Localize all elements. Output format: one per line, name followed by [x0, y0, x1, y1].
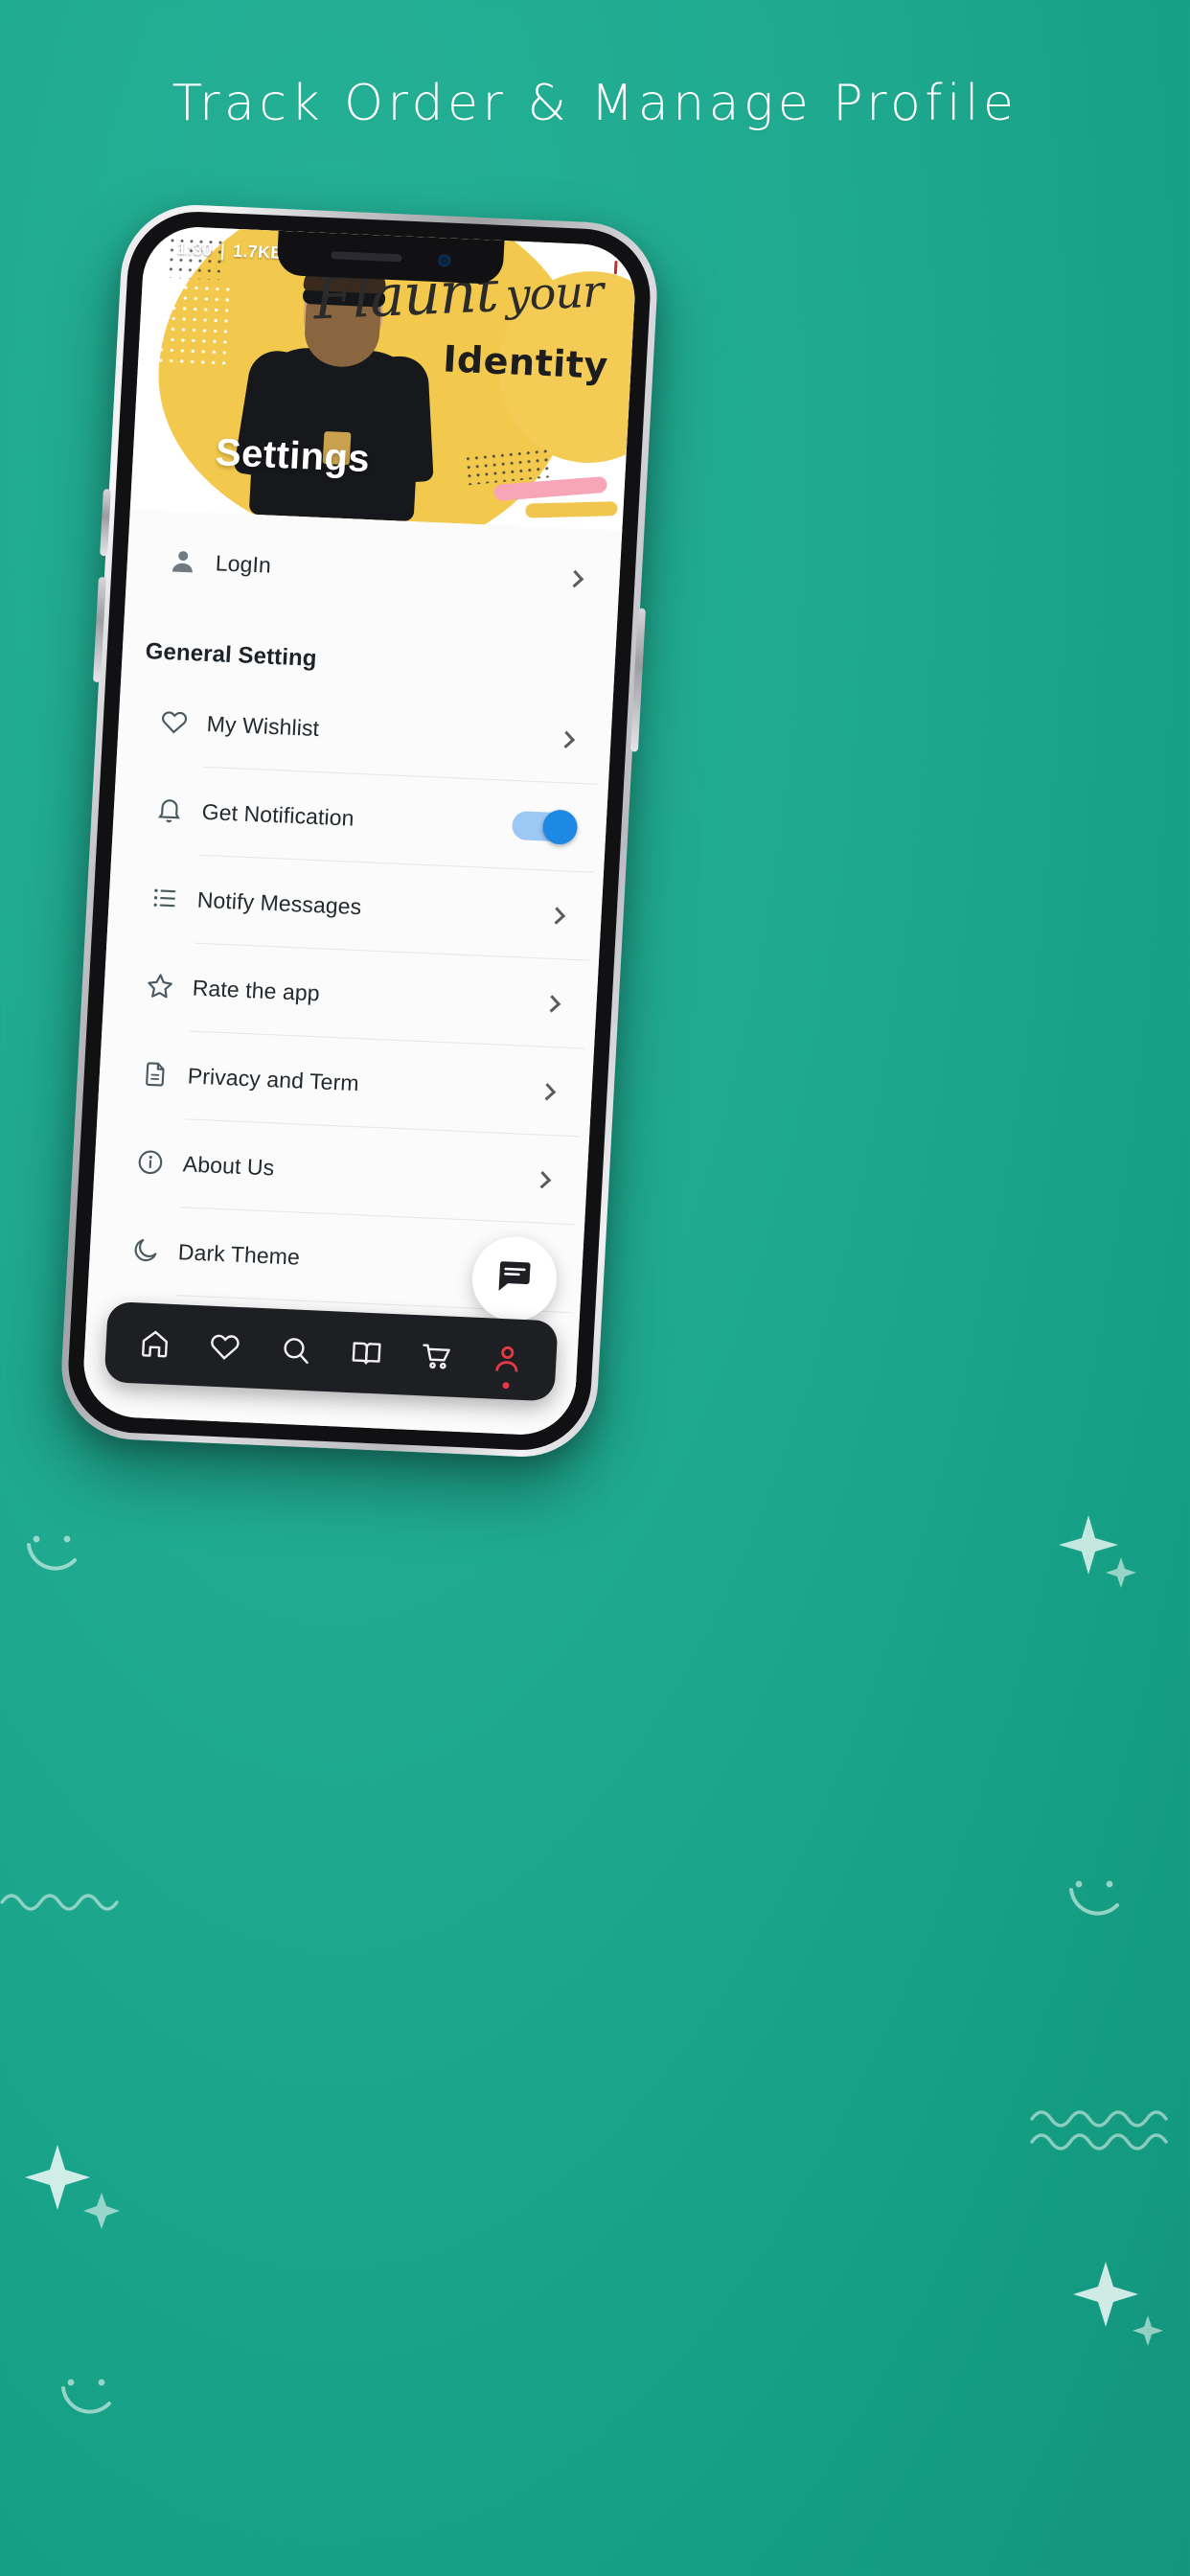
settings-row-dark-theme-label: Dark Theme [177, 1238, 301, 1270]
doodle-smile-left [27, 1535, 77, 1571]
doodle-wave-right [1030, 2110, 1168, 2150]
status-separator: | [219, 240, 226, 260]
hero-dot-pattern-light [154, 281, 233, 369]
phone-body: Flaunt your Identity Settings 1:30 | 1.7K… [64, 209, 654, 1453]
settings-row-notify-messages-label: Notify Messages [196, 886, 362, 919]
toggle-knob [541, 809, 579, 845]
nav-search-icon[interactable] [279, 1333, 313, 1367]
doodle-sparkle-right-lower [1073, 2262, 1163, 2346]
doodle-smile-bottom-left [61, 2379, 111, 2414]
doodle-wave-left [0, 1894, 119, 1911]
nav-cart-icon[interactable] [420, 1339, 454, 1372]
hero-brush-stroke-yellow [525, 501, 618, 518]
settings-row-my-wishlist-label: My Wishlist [206, 710, 320, 741]
moon-icon [118, 1234, 173, 1265]
doodle-smile-right [1069, 1880, 1119, 1916]
signal-indicator [613, 261, 618, 275]
front-camera [437, 253, 451, 267]
nav-home-icon[interactable] [138, 1326, 172, 1360]
phone-mockup: Flaunt your Identity Settings 1:30 | 1.7K… [57, 201, 661, 1460]
earpiece-speaker [330, 251, 402, 263]
doodle-sparkle-right-upper [1059, 1515, 1136, 1588]
status-time: 1:30 [176, 238, 214, 260]
person-icon [155, 546, 211, 577]
heart-icon [147, 706, 202, 737]
star-icon [132, 970, 188, 1002]
nav-profile-icon[interactable] [491, 1343, 525, 1390]
status-data-usage: 1.7KB [232, 241, 285, 263]
hero-dot-pattern-accent [463, 447, 551, 486]
settings-row-rate-the-app-label: Rate the app [192, 975, 321, 1005]
settings-sheet: LogIn General Setting My Wishlist Get No… [80, 509, 623, 1438]
settings-row-about-us-label: About Us [182, 1150, 276, 1180]
page-title: Track Order & Manage Profile [172, 75, 1018, 132]
chat-icon [493, 1255, 537, 1302]
notification-toggle[interactable] [511, 809, 579, 845]
nav-catalog-icon[interactable] [349, 1336, 383, 1369]
nav-active-indicator [502, 1382, 510, 1390]
settings-row-get-notification-label: Get Notification [201, 798, 355, 831]
phone-screen: Flaunt your Identity Settings 1:30 | 1.7K… [80, 224, 638, 1438]
settings-row-privacy-and-term-label: Privacy and Term [187, 1062, 360, 1095]
info-icon [123, 1147, 178, 1178]
status-indicators [613, 261, 618, 275]
list-icon [137, 883, 193, 913]
screen-title: Settings [214, 431, 372, 481]
bell-icon [142, 794, 197, 825]
hero-identity-text: Identity [442, 337, 609, 387]
document-icon [127, 1059, 183, 1090]
settings-row-login-label: LogIn [215, 549, 272, 578]
doodle-sparkle-left-lower [25, 2145, 120, 2229]
nav-wishlist-icon[interactable] [208, 1330, 242, 1364]
bottom-navigation-bar [103, 1301, 559, 1402]
